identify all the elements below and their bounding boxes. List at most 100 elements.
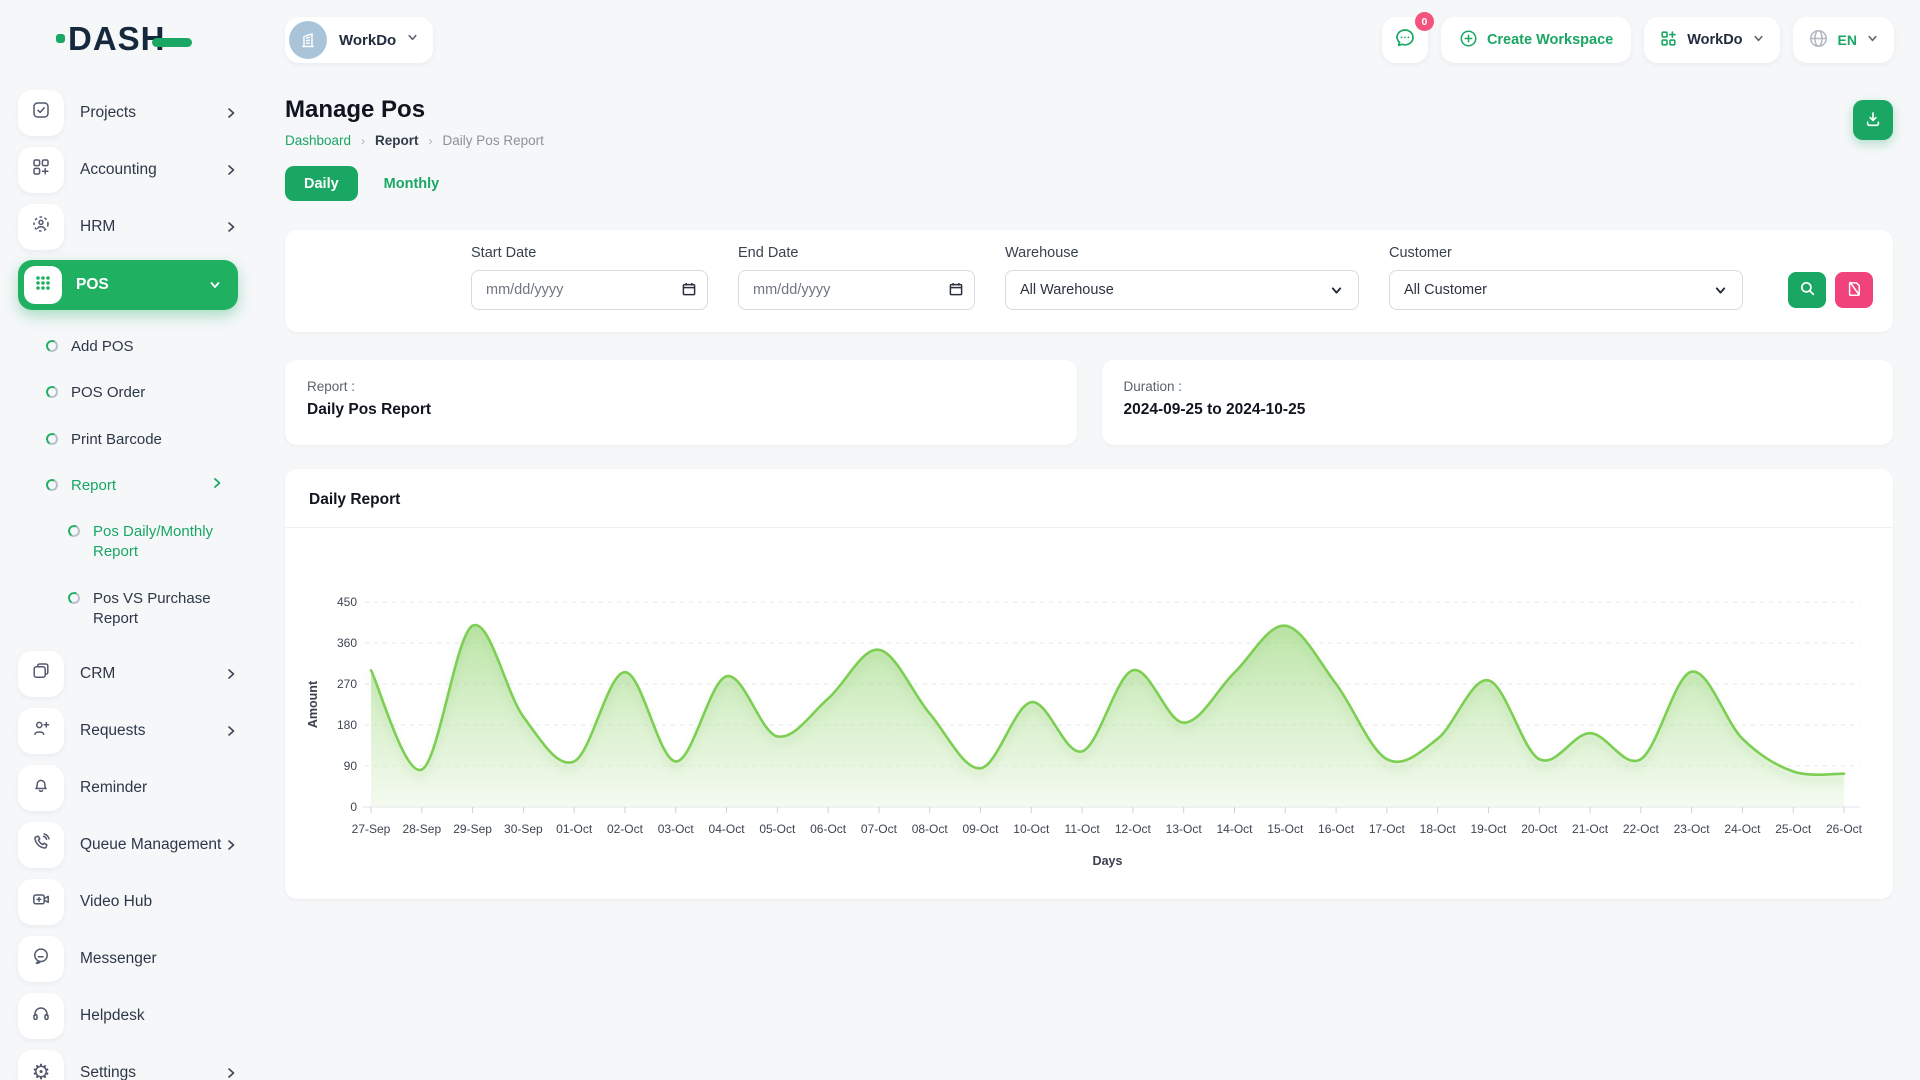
warehouse-field: Warehouse All Warehouse [1005, 245, 1359, 310]
warehouse-label: Warehouse [1005, 245, 1359, 261]
messages-badge: 0 [1415, 12, 1434, 31]
x-axis-label: 14-Oct [1216, 822, 1253, 836]
chevron-down-icon [1329, 283, 1344, 298]
x-axis-label: 15-Oct [1267, 822, 1304, 836]
workspace-name: WorkDo [339, 32, 396, 49]
sidebar-item-accounting[interactable]: Accounting [18, 146, 238, 193]
sidebar-item-report[interactable]: Report [46, 463, 238, 509]
bullet-icon [45, 431, 60, 446]
x-axis-label: 03-Oct [658, 822, 695, 836]
search-icon [1799, 280, 1816, 300]
gear-icon: ⚙ [32, 1062, 51, 1080]
create-workspace-button[interactable]: Create Workspace [1441, 17, 1631, 63]
y-axis-label: 180 [337, 718, 357, 732]
start-date-label: Start Date [471, 245, 708, 261]
tab-monthly[interactable]: Monthly [384, 176, 440, 192]
x-axis-label: 01-Oct [556, 822, 593, 836]
chevron-right-icon [210, 476, 224, 490]
x-axis-label: 16-Oct [1318, 822, 1355, 836]
language-selector[interactable]: EN [1793, 17, 1894, 63]
search-button[interactable] [1788, 272, 1826, 308]
sidebar-item-add-pos[interactable]: Add POS [46, 324, 238, 370]
pos-icon [33, 273, 53, 298]
x-axis-label: 09-Oct [963, 822, 1000, 836]
workdo-menu-button[interactable]: WorkDo [1644, 17, 1779, 63]
customer-selected-value: All Customer [1404, 282, 1487, 298]
sidebar-item-settings[interactable]: ⚙ Settings [18, 1049, 238, 1080]
grid-plus-icon [1659, 29, 1678, 52]
chart-title: Daily Report [285, 469, 1893, 528]
chevron-right-icon [224, 220, 238, 234]
sidebar-item-projects[interactable]: Projects [18, 89, 238, 136]
report-tabs: Daily Monthly [285, 166, 1893, 201]
plus-circle-icon [1459, 29, 1478, 52]
x-axis-title: Days [1093, 854, 1123, 868]
crm-icon [31, 661, 51, 686]
x-axis-label: 23-Oct [1674, 822, 1711, 836]
x-axis-label: 28-Sep [402, 822, 441, 836]
sidebar-item-pos-order[interactable]: POS Order [46, 370, 238, 416]
end-date-input[interactable] [738, 270, 975, 310]
chevron-down-icon [208, 278, 222, 292]
sidebar-item-print-barcode[interactable]: Print Barcode [46, 417, 238, 463]
create-workspace-label: Create Workspace [1487, 32, 1613, 48]
chevron-right-icon [224, 163, 238, 177]
sidebar-item-pos-daily-monthly-report[interactable]: Pos Daily/Monthly Report [68, 509, 238, 576]
x-axis-label: 12-Oct [1115, 822, 1152, 836]
customer-label: Customer [1389, 245, 1743, 261]
reset-filter-button[interactable] [1835, 272, 1873, 308]
helpdesk-headset-icon [31, 1003, 51, 1028]
x-axis-label: 04-Oct [709, 822, 746, 836]
x-axis-label: 02-Oct [607, 822, 644, 836]
x-axis-label: 10-Oct [1013, 822, 1050, 836]
chevron-down-icon [1866, 32, 1879, 48]
duration-label: Duration : [1124, 379, 1872, 394]
report-summary-card: Report : Daily Pos Report [285, 360, 1077, 445]
y-axis-title: Amount [306, 680, 320, 728]
x-axis-label: 07-Oct [861, 822, 898, 836]
topbar: WorkDo 0 Create Workspace [258, 0, 1920, 72]
sidebar: DASH Projects Accounting HRM [0, 0, 258, 1080]
sidebar-item-video-hub[interactable]: Video Hub [18, 878, 238, 925]
x-axis-label: 08-Oct [912, 822, 949, 836]
sidebar-item-hrm[interactable]: HRM [18, 203, 238, 250]
sidebar-item-reminder[interactable]: Reminder [18, 764, 238, 811]
sidebar-item-queue-management[interactable]: Queue Management [18, 821, 238, 868]
duration-summary-card: Duration : 2024-09-25 to 2024-10-25 [1102, 360, 1894, 445]
warehouse-select[interactable]: All Warehouse [1005, 270, 1359, 310]
sidebar-item-pos-vs-purchase-report[interactable]: Pos VS Purchase Report [68, 576, 238, 643]
download-report-button[interactable] [1853, 100, 1893, 140]
breadcrumb-report-link[interactable]: Report [375, 133, 419, 148]
bullet-icon [45, 385, 60, 400]
end-date-field: End Date [738, 245, 975, 310]
x-axis-label: 06-Oct [810, 822, 847, 836]
sidebar-item-crm[interactable]: CRM [18, 650, 238, 697]
app-logo: DASH [56, 22, 238, 55]
bullet-icon [67, 590, 82, 605]
sidebar-item-helpdesk[interactable]: Helpdesk [18, 992, 238, 1039]
x-axis-label: 18-Oct [1420, 822, 1457, 836]
daily-report-chart: 09018027036045027-Sep28-Sep29-Sep30-Sep0… [295, 530, 1883, 880]
logo-text: DASH [68, 22, 166, 55]
x-axis-label: 21-Oct [1572, 822, 1609, 836]
start-date-input[interactable] [471, 270, 708, 310]
tab-daily[interactable]: Daily [285, 166, 358, 201]
breadcrumb-dashboard-link[interactable]: Dashboard [285, 133, 351, 148]
page-title: Manage Pos [285, 96, 544, 124]
logo-dot [56, 34, 65, 43]
workspace-switcher[interactable]: WorkDo [285, 17, 433, 63]
sidebar-item-requests[interactable]: Requests [18, 707, 238, 754]
breadcrumb-separator-icon: › [429, 134, 433, 148]
bullet-icon [45, 339, 60, 354]
chevron-right-icon [224, 667, 238, 681]
x-axis-label: 22-Oct [1623, 822, 1660, 836]
sidebar-item-pos[interactable]: POS [18, 260, 238, 310]
sidebar-item-messenger[interactable]: Messenger [18, 935, 238, 982]
queue-phone-icon [31, 832, 51, 857]
customer-select[interactable]: All Customer [1389, 270, 1743, 310]
x-axis-label: 26-Oct [1826, 822, 1863, 836]
workdo-menu-label: WorkDo [1687, 32, 1742, 48]
y-axis-label: 360 [337, 636, 357, 650]
clear-document-icon [1846, 280, 1863, 300]
messages-button[interactable]: 0 [1382, 17, 1428, 63]
